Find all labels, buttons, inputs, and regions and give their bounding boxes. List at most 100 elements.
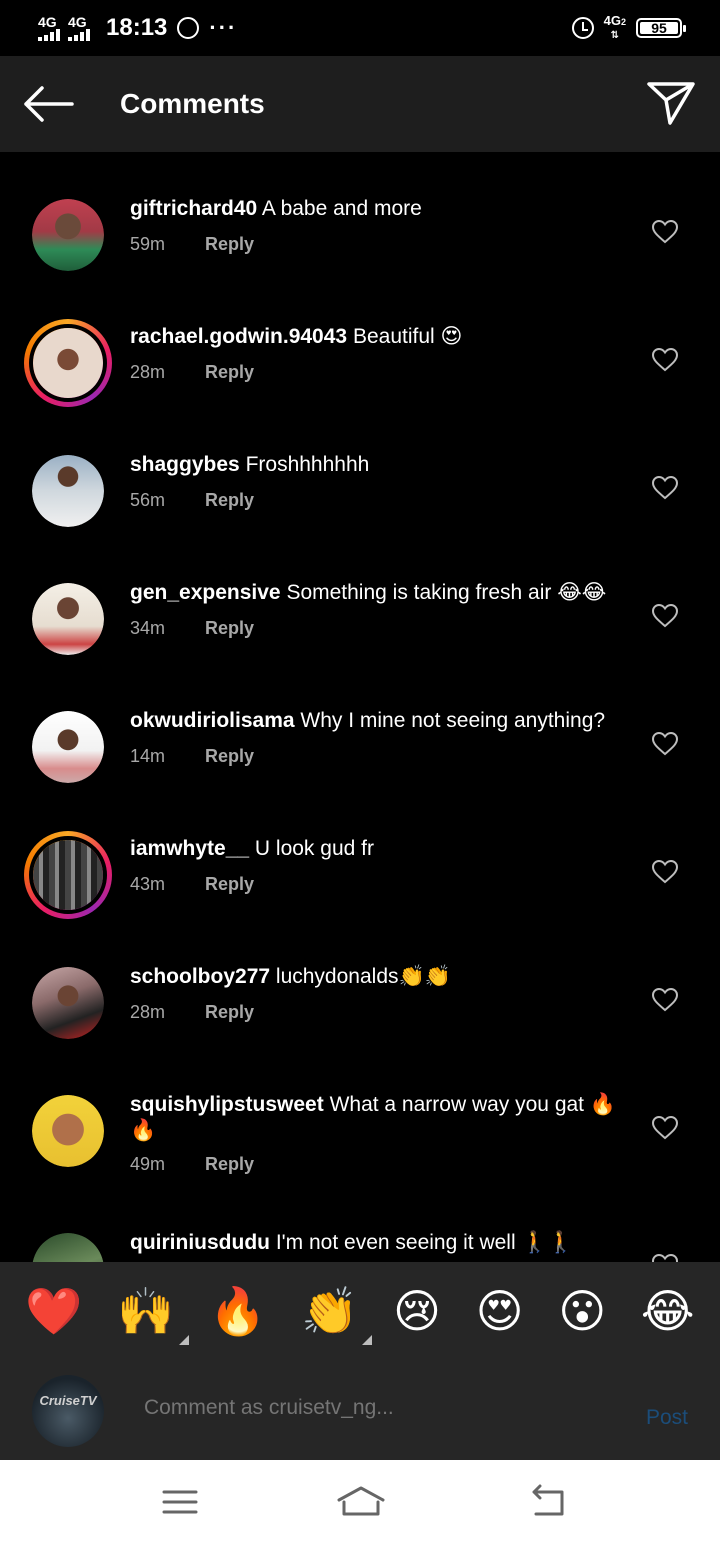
- emoji-clap-glyph: 👏: [301, 1283, 359, 1338]
- menu-icon[interactable]: [160, 1484, 200, 1520]
- comment-body: luchydonalds👏👏: [275, 965, 451, 988]
- network-sub: 2: [620, 16, 626, 27]
- comment-composer: CruiseTV Post: [0, 1360, 720, 1460]
- comment-time: 59m: [130, 234, 166, 254]
- comment-username[interactable]: iamwhyte__: [130, 837, 249, 860]
- comment-username[interactable]: quiriniusdudu: [130, 1231, 270, 1254]
- comment-username[interactable]: okwudiriolisama: [130, 709, 295, 732]
- avatar[interactable]: [32, 967, 104, 1039]
- avatar-story-ring[interactable]: [24, 319, 112, 407]
- emoji-fire[interactable]: 🔥: [209, 1284, 266, 1339]
- quick-reaction-bar: ❤️ 🙌 🔥 👏 😢 😍 😮 😂: [0, 1262, 720, 1360]
- comment-time: 28m: [130, 1002, 166, 1022]
- whatsapp-icon: [177, 17, 200, 39]
- comment-body: Froshhhhhhh: [245, 453, 370, 476]
- comment-text: shaggybes Froshhhhhhh: [130, 452, 630, 478]
- avatar[interactable]: [32, 583, 104, 655]
- avatar[interactable]: [32, 1233, 104, 1262]
- comment-time: 14m: [130, 746, 166, 766]
- comment-text: quiriniusdudu I'm not even seeing it wel…: [130, 1230, 630, 1256]
- comment-text: iamwhyte__ U look gud fr: [130, 836, 630, 862]
- emoji-laughing[interactable]: 😂: [641, 1284, 695, 1338]
- emoji-heart[interactable]: ❤️: [25, 1284, 82, 1339]
- emoji-raised-hands[interactable]: 🙌: [117, 1283, 189, 1345]
- more-notifications-icon: ···: [209, 15, 238, 40]
- comment-text: schoolboy277 luchydonalds👏👏: [130, 964, 630, 990]
- reply-button[interactable]: Reply: [205, 746, 254, 767]
- like-heart-icon[interactable]: [652, 1116, 678, 1140]
- header: Comments: [0, 56, 720, 152]
- back-icon[interactable]: [528, 1484, 568, 1520]
- avatar-story-ring[interactable]: [24, 831, 112, 919]
- comment-username[interactable]: schoolboy277: [130, 965, 270, 988]
- battery-level: 95: [640, 20, 678, 36]
- send-direct-icon[interactable]: [646, 80, 696, 126]
- emoji-clap[interactable]: 👏: [301, 1283, 373, 1345]
- back-arrow-icon[interactable]: [22, 86, 74, 122]
- emoji-heart-eyes[interactable]: 😍: [476, 1284, 524, 1338]
- comment-meta: 28m Reply: [130, 362, 254, 383]
- avatar[interactable]: [32, 199, 104, 271]
- home-icon[interactable]: [336, 1484, 386, 1520]
- comments-list[interactable]: giftrichard40 A babe and more 59m Reply …: [0, 152, 720, 1262]
- like-heart-icon[interactable]: [652, 1254, 678, 1262]
- reply-button[interactable]: Reply: [205, 362, 254, 383]
- page-title: Comments: [120, 88, 265, 119]
- comment-meta: 28m Reply: [130, 1002, 254, 1023]
- reply-button[interactable]: Reply: [205, 234, 254, 255]
- comment-meta: 49m Reply: [130, 1154, 254, 1175]
- skin-tone-indicator-icon: [362, 1334, 373, 1345]
- comment-time: 43m: [130, 874, 166, 894]
- comment-text: okwudiriolisama Why I mine not seeing an…: [130, 708, 630, 734]
- status-bar: 4G 4G 18:13 ··· 4G2 ⇅ 95: [0, 0, 720, 56]
- reply-button[interactable]: Reply: [205, 1002, 254, 1023]
- comment-time: 34m: [130, 618, 166, 638]
- network-indicator: 4G2 ⇅: [603, 12, 626, 41]
- like-heart-icon[interactable]: [652, 604, 678, 628]
- like-heart-icon[interactable]: [652, 860, 678, 884]
- system-nav-bar: [0, 1460, 720, 1544]
- avatar[interactable]: [32, 455, 104, 527]
- emoji-raised-hands-glyph: 🙌: [117, 1283, 175, 1338]
- network-type-1: 4G: [38, 14, 57, 30]
- network-type-2: 4G: [68, 14, 87, 30]
- like-heart-icon[interactable]: [652, 988, 678, 1012]
- alarm-icon: [571, 17, 594, 39]
- comment-body: Something is taking fresh air 😂😂: [286, 581, 607, 604]
- comment-username[interactable]: giftrichard40: [130, 197, 257, 220]
- like-heart-icon[interactable]: [652, 732, 678, 756]
- comment-meta: 56m Reply: [130, 490, 254, 511]
- comment-text: gen_expensive Something is taking fresh …: [130, 580, 630, 606]
- reply-button[interactable]: Reply: [205, 1154, 254, 1175]
- comment-time: 49m: [130, 1154, 166, 1174]
- comment-body: U look gud fr: [254, 837, 374, 860]
- signal-1-icon: 4G: [38, 15, 60, 41]
- comment-body: A babe and more: [261, 197, 422, 220]
- comment-input[interactable]: [144, 1396, 604, 1420]
- my-avatar-logo-text: CruiseTV: [39, 1392, 97, 1408]
- comment-text: giftrichard40 A babe and more: [130, 196, 630, 222]
- my-avatar[interactable]: CruiseTV: [32, 1375, 104, 1447]
- skin-tone-indicator-icon: [178, 1334, 189, 1345]
- reply-button[interactable]: Reply: [205, 874, 254, 895]
- comment-body: Beautiful 😍: [352, 325, 463, 348]
- signal-2-icon: 4G: [68, 15, 90, 41]
- battery-icon: 95: [636, 18, 686, 38]
- comment-username[interactable]: shaggybes: [130, 453, 240, 476]
- avatar[interactable]: [32, 711, 104, 783]
- comment-meta: 59m Reply: [130, 234, 254, 255]
- comment-username[interactable]: squishylipstusweet: [130, 1093, 324, 1116]
- like-heart-icon[interactable]: [652, 348, 678, 372]
- reply-button[interactable]: Reply: [205, 490, 254, 511]
- comment-username[interactable]: gen_expensive: [130, 581, 281, 604]
- like-heart-icon[interactable]: [652, 220, 678, 244]
- emoji-crying[interactable]: 😢: [393, 1284, 441, 1338]
- reply-button[interactable]: Reply: [205, 618, 254, 639]
- avatar[interactable]: [32, 1095, 104, 1167]
- emoji-surprised[interactable]: 😮: [558, 1284, 606, 1338]
- post-button[interactable]: Post: [646, 1406, 688, 1430]
- comment-body: I'm not even seeing it well 🚶🚶: [275, 1231, 574, 1254]
- like-heart-icon[interactable]: [652, 476, 678, 500]
- comment-username[interactable]: rachael.godwin.94043: [130, 325, 347, 348]
- comment-text: squishylipstusweet What a narrow way you…: [130, 1092, 630, 1144]
